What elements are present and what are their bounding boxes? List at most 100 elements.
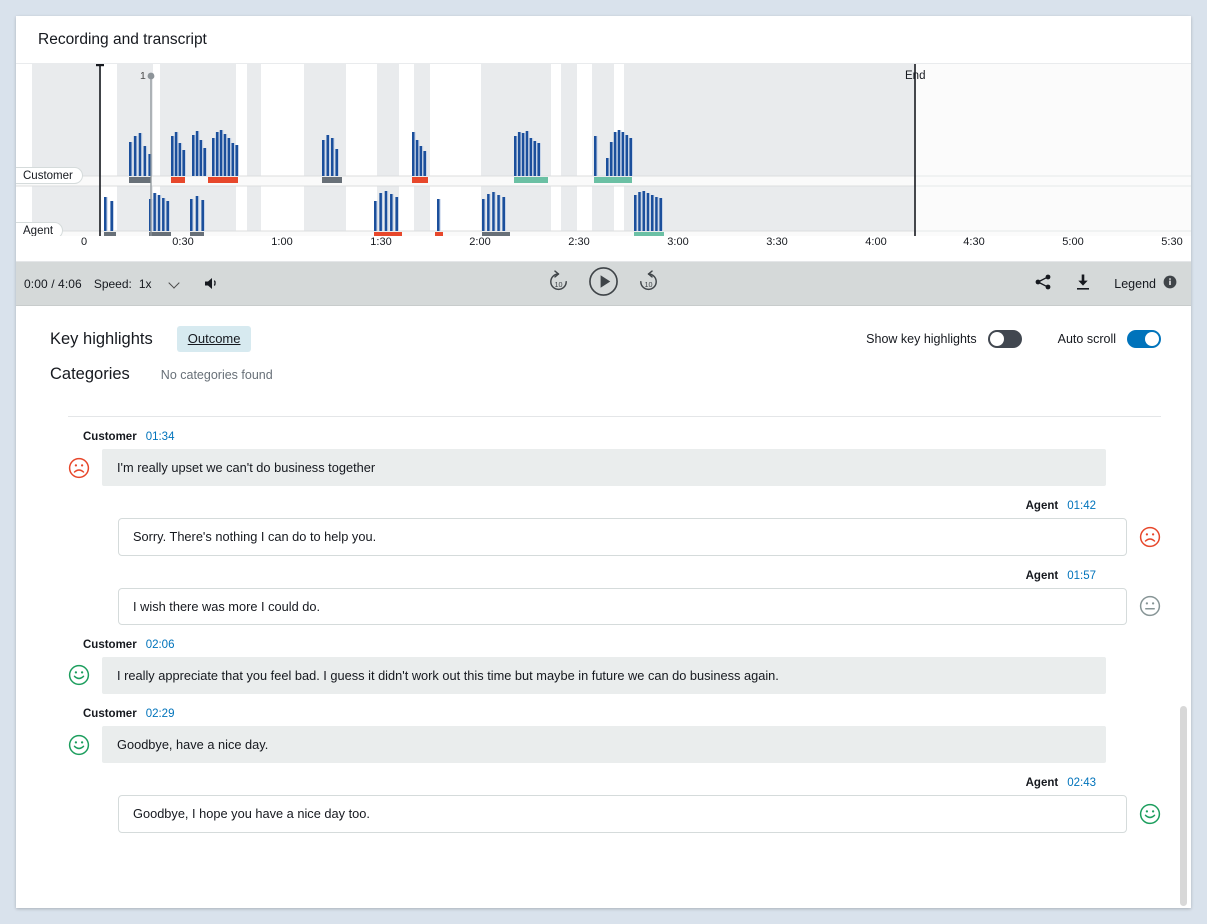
ruler-tick: 5:30 [1161,236,1183,248]
chevron-down-icon[interactable] [169,278,180,289]
timeline-ruler[interactable]: 0 0:30 1:00 1:30 2:00 2:30 3:00 3:30 4:00 4:30 5:0… [16,236,1191,262]
message-bubble[interactable]: Sorry. There's nothing I can do to help … [118,518,1127,556]
ruler-tick: 2:30 [568,236,590,248]
auto-scroll-label: Auto scroll [1057,332,1116,346]
ruler-tick: 1:00 [271,236,293,248]
key-highlights-row: Key highlights Outcome Show key highligh… [50,313,1161,365]
timeline-end-label: End [905,70,926,82]
play-button[interactable] [588,266,619,302]
message-timestamp[interactable]: 02:06 [146,639,175,651]
message-meta: Customer 01:34 [68,431,1161,443]
legend-button[interactable]: Legend [1114,275,1177,292]
speed-value: 1x [138,276,152,291]
negative-face-icon [1139,526,1161,548]
show-key-highlights-toggle[interactable] [987,330,1022,348]
show-key-highlights-label: Show key highlights [866,332,977,346]
auto-scroll-toggle[interactable] [1127,330,1161,348]
lane-label-customer: Customer [16,167,83,184]
transcript-panel: Key highlights Outcome Show key highligh… [16,306,1191,907]
sentiment-icon [1139,526,1161,548]
message-meta: Customer 02:06 [68,639,1161,651]
message-timestamp[interactable]: 02:43 [1067,777,1096,789]
scrollbar-thumb[interactable] [1180,706,1187,906]
ruler-tick: 0:30 [172,236,194,248]
message-speaker: Agent [1025,500,1059,513]
sentiment-icon [68,664,90,686]
positive-face-icon [1139,803,1161,825]
time-display: 0:00 / 4:06 [24,276,82,291]
transcript-message[interactable]: Agent 01:42 Sorry. There's nothing I can d… [68,500,1161,556]
ruler-tick: 1:30 [370,236,392,248]
section-divider [68,416,1161,417]
message-speaker: Agent [1025,569,1059,582]
message-bubble[interactable]: Goodbye, have a nice day. [102,726,1106,764]
page-title: Recording and transcript [38,30,207,48]
categories-title: Categories [50,365,130,383]
waveform-canvas[interactable] [16,64,1191,236]
positive-face-icon [68,665,90,686]
outcome-chip[interactable]: Outcome [176,326,252,352]
transcript-scrollbar[interactable] [1179,306,1188,907]
transcript-list: Customer 01:34 I'm really upset we can't d… [50,431,1161,833]
message-timestamp[interactable]: 01:34 [146,431,175,443]
player-toolbar: 0:00 / 4:06 Speed: 1x 10 10 Legend [16,262,1191,306]
message-speaker: Agent [1025,777,1059,790]
volume-icon[interactable] [204,276,221,291]
message-timestamp[interactable]: 01:42 [1067,500,1096,512]
message-meta: Customer 02:29 [68,708,1161,720]
ruler-tick: 0 [80,236,88,248]
key-highlights-title: Key highlights [50,329,153,348]
transcript-message[interactable]: Agent 02:43 Goodbye, I hope you have a nic… [68,777,1161,833]
speed-label: Speed: [93,276,132,291]
sentiment-icon [68,734,90,756]
info-icon[interactable] [1163,275,1177,292]
categories-row: Categories No categories found [50,365,1161,403]
message-row: I'm really upset we can't do business to… [68,449,1161,487]
message-bubble[interactable]: Goodbye, I hope you have a nice day too. [118,795,1127,833]
player-right-group: Legend [1034,273,1191,294]
transcript-message[interactable]: Customer 02:29 Goodbye, have a nice day. [68,708,1161,764]
message-timestamp[interactable]: 01:57 [1067,570,1096,582]
message-bubble[interactable]: I wish there was more I could do. [118,587,1127,625]
highlights-toggles: Show key highlights Auto scroll [866,330,1161,348]
legend-label: Legend [1114,276,1156,291]
ruler-tick: 3:30 [766,236,788,248]
share-icon[interactable] [1034,273,1052,294]
message-row: Sorry. There's nothing I can do to help … [68,518,1161,556]
recording-transcript-card: Recording and transcript Customer Agent … [16,16,1191,908]
message-meta: Agent 01:42 [68,500,1161,512]
message-bubble[interactable]: I really appreciate that you feel bad. I… [102,656,1106,695]
message-bubble[interactable]: I'm really upset we can't do business to… [102,449,1106,487]
sentiment-icon [1139,595,1161,617]
rewind-10-button[interactable]: 10 [546,269,571,299]
message-meta: Agent 01:57 [68,570,1161,582]
positive-face-icon [68,734,90,755]
svg-text:10: 10 [644,279,652,288]
download-icon[interactable] [1074,273,1092,294]
ruler-tick: 4:30 [963,236,985,248]
message-row: Goodbye, have a nice day. [68,726,1161,764]
negative-face-icon [68,457,90,478]
ruler-tick: 5:00 [1062,236,1084,248]
message-speaker: Customer [83,708,137,721]
transcript-message[interactable]: Agent 01:57 I wish there was more I could … [68,570,1161,625]
card-header: Recording and transcript [16,16,1191,64]
waveform-timeline[interactable]: Customer Agent End 1 [16,64,1191,236]
speed-selector[interactable]: Speed: 1x [94,277,180,291]
message-row: I really appreciate that you feel bad. I… [68,656,1161,695]
player-left-group: 0:00 / 4:06 Speed: 1x [16,276,221,291]
message-timestamp[interactable]: 02:29 [146,708,175,720]
categories-empty-text: No categories found [160,368,273,382]
ruler-tick: 3:00 [667,236,689,248]
forward-10-button[interactable]: 10 [636,269,661,299]
sentiment-icon [1139,803,1161,825]
message-speaker: Customer [83,431,137,443]
lane-label-agent: Agent [16,222,64,236]
message-meta: Agent 02:43 [68,777,1161,789]
transcript-message[interactable]: Customer 01:34 I'm really upset we can't d… [68,431,1161,487]
ruler-tick: 4:00 [865,236,887,248]
message-row: Goodbye, I hope you have a nice day too. [68,795,1161,833]
transcript-message[interactable]: Customer 02:06 I really appreciate that yo… [68,639,1161,695]
neutral-face-icon [1139,596,1161,617]
svg-text:10: 10 [554,279,562,288]
